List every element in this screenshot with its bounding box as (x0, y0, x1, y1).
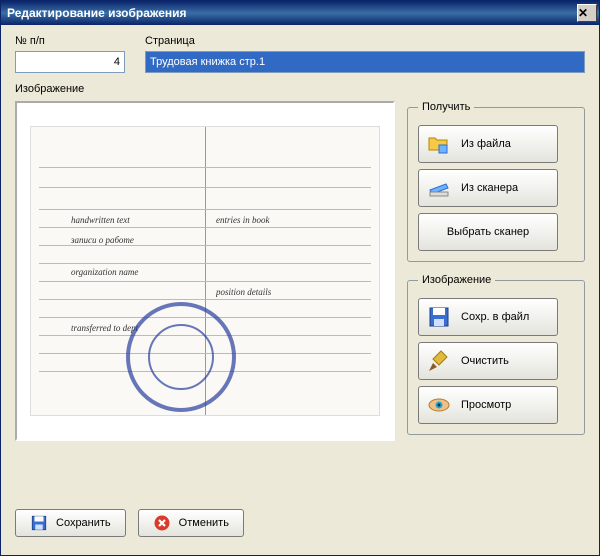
floppy-icon (30, 514, 48, 532)
clear-button[interactable]: Очистить (418, 342, 558, 380)
preview-label: Просмотр (461, 399, 511, 411)
scanner-icon (427, 176, 451, 200)
choose-scanner-button[interactable]: Выбрать сканер (418, 213, 558, 251)
close-button[interactable]: ✕ (577, 4, 597, 22)
cancel-label: Отменить (179, 517, 229, 529)
field-page: Страница (145, 35, 585, 73)
number-input[interactable] (15, 51, 125, 73)
close-icon: ✕ (578, 6, 596, 20)
choose-scanner-label: Выбрать сканер (447, 226, 529, 238)
titlebar: Редактирование изображения ✕ (1, 1, 599, 25)
group-get-legend: Получить (418, 101, 474, 113)
eye-icon (427, 393, 451, 417)
number-label: № п/п (15, 35, 125, 47)
document-image: handwritten text entries in book записи … (30, 126, 380, 416)
page-label: Страница (145, 35, 585, 47)
bottom-bar: Сохранить Отменить (15, 509, 244, 543)
top-row: № п/п Страница (15, 35, 585, 73)
mid-row: handwritten text entries in book записи … (15, 101, 585, 441)
save-button[interactable]: Сохранить (15, 509, 126, 537)
floppy-icon (427, 305, 451, 329)
save-label: Сохранить (56, 517, 111, 529)
client-area: № п/п Страница Изображение (1, 25, 599, 555)
window-title: Редактирование изображения (7, 6, 577, 20)
save-to-file-button[interactable]: Сохр. в файл (418, 298, 558, 336)
field-number: № п/п (15, 35, 125, 73)
image-frame: handwritten text entries in book записи … (15, 101, 395, 441)
cancel-button[interactable]: Отменить (138, 509, 244, 537)
dialog-window: Редактирование изображения ✕ № п/п Стран… (0, 0, 600, 556)
group-get: Получить Из файла Из сканера (407, 101, 585, 262)
from-scanner-label: Из сканера (461, 182, 518, 194)
brush-icon (427, 349, 451, 373)
preview-button[interactable]: Просмотр (418, 386, 558, 424)
stamp (126, 302, 236, 412)
clear-label: Очистить (461, 355, 509, 367)
group-image: Изображение Сохр. в файл Очистить (407, 274, 585, 435)
page-input[interactable] (145, 51, 585, 73)
from-scanner-button[interactable]: Из сканера (418, 169, 558, 207)
side-column: Получить Из файла Из сканера (407, 101, 585, 435)
save-to-file-label: Сохр. в файл (461, 311, 529, 323)
cancel-icon (153, 514, 171, 532)
group-image-legend: Изображение (418, 274, 495, 286)
image-label: Изображение (15, 83, 585, 95)
from-file-label: Из файла (461, 138, 511, 150)
from-file-button[interactable]: Из файла (418, 125, 558, 163)
folder-icon (427, 132, 451, 156)
